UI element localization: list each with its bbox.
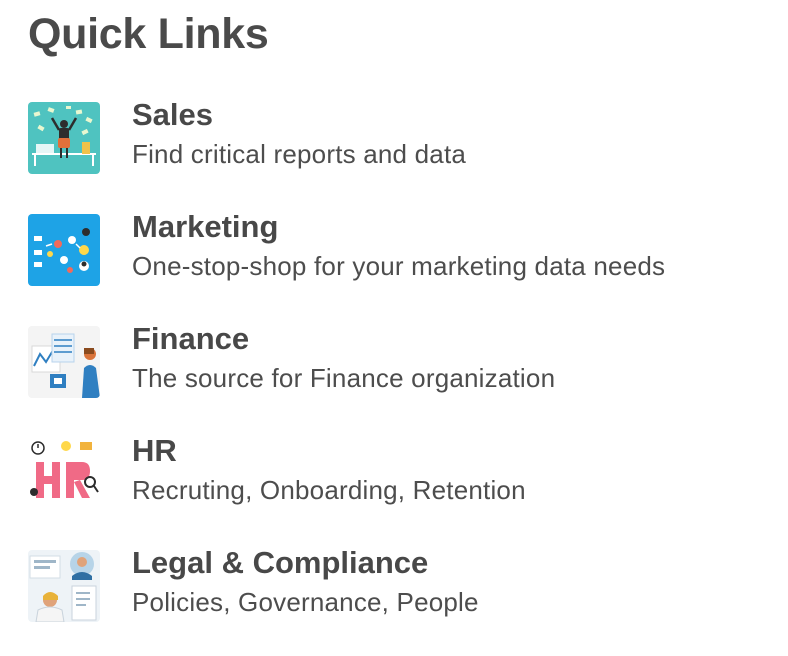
quick-links-list: Sales Find critical reports and data Mar…	[28, 96, 768, 656]
quick-link-title: HR	[132, 433, 177, 468]
quick-link-title: Finance	[132, 321, 250, 356]
quick-link-text: Marketing One-stop-shop for your marketi…	[132, 208, 665, 283]
quick-link-text: Sales Find critical reports and data	[132, 96, 466, 171]
quick-link-finance[interactable]: Finance The source for Finance organizat…	[28, 320, 768, 432]
page-title: Quick Links	[28, 10, 269, 58]
quick-link-hr[interactable]: HR Recruting, Onboarding, Retention	[28, 432, 768, 544]
quick-link-description: The source for Finance organization	[132, 363, 556, 393]
hr-illustration-icon	[28, 438, 100, 510]
marketing-illustration-icon	[28, 214, 100, 286]
quick-link-title: Legal & Compliance	[132, 545, 429, 580]
legal-illustration-icon	[28, 550, 100, 622]
quick-link-description: Recruting, Onboarding, Retention	[132, 475, 526, 505]
quick-link-description: One-stop-shop for your marketing data ne…	[132, 251, 666, 281]
quick-link-text: Legal & Compliance Policies, Governance,…	[132, 544, 479, 619]
quick-link-legal-compliance[interactable]: Legal & Compliance Policies, Governance,…	[28, 544, 768, 656]
quick-link-title: Marketing	[132, 209, 279, 244]
quick-link-text: HR Recruting, Onboarding, Retention	[132, 432, 526, 507]
quick-link-text: Finance The source for Finance organizat…	[132, 320, 555, 395]
quick-link-title: Sales	[132, 97, 214, 132]
quick-link-sales[interactable]: Sales Find critical reports and data	[28, 96, 768, 208]
sales-illustration-icon	[28, 102, 100, 174]
quick-link-description: Policies, Governance, People	[132, 587, 479, 617]
quick-link-description: Find critical reports and data	[132, 139, 467, 169]
quick-link-marketing[interactable]: Marketing One-stop-shop for your marketi…	[28, 208, 768, 320]
finance-illustration-icon	[28, 326, 100, 398]
